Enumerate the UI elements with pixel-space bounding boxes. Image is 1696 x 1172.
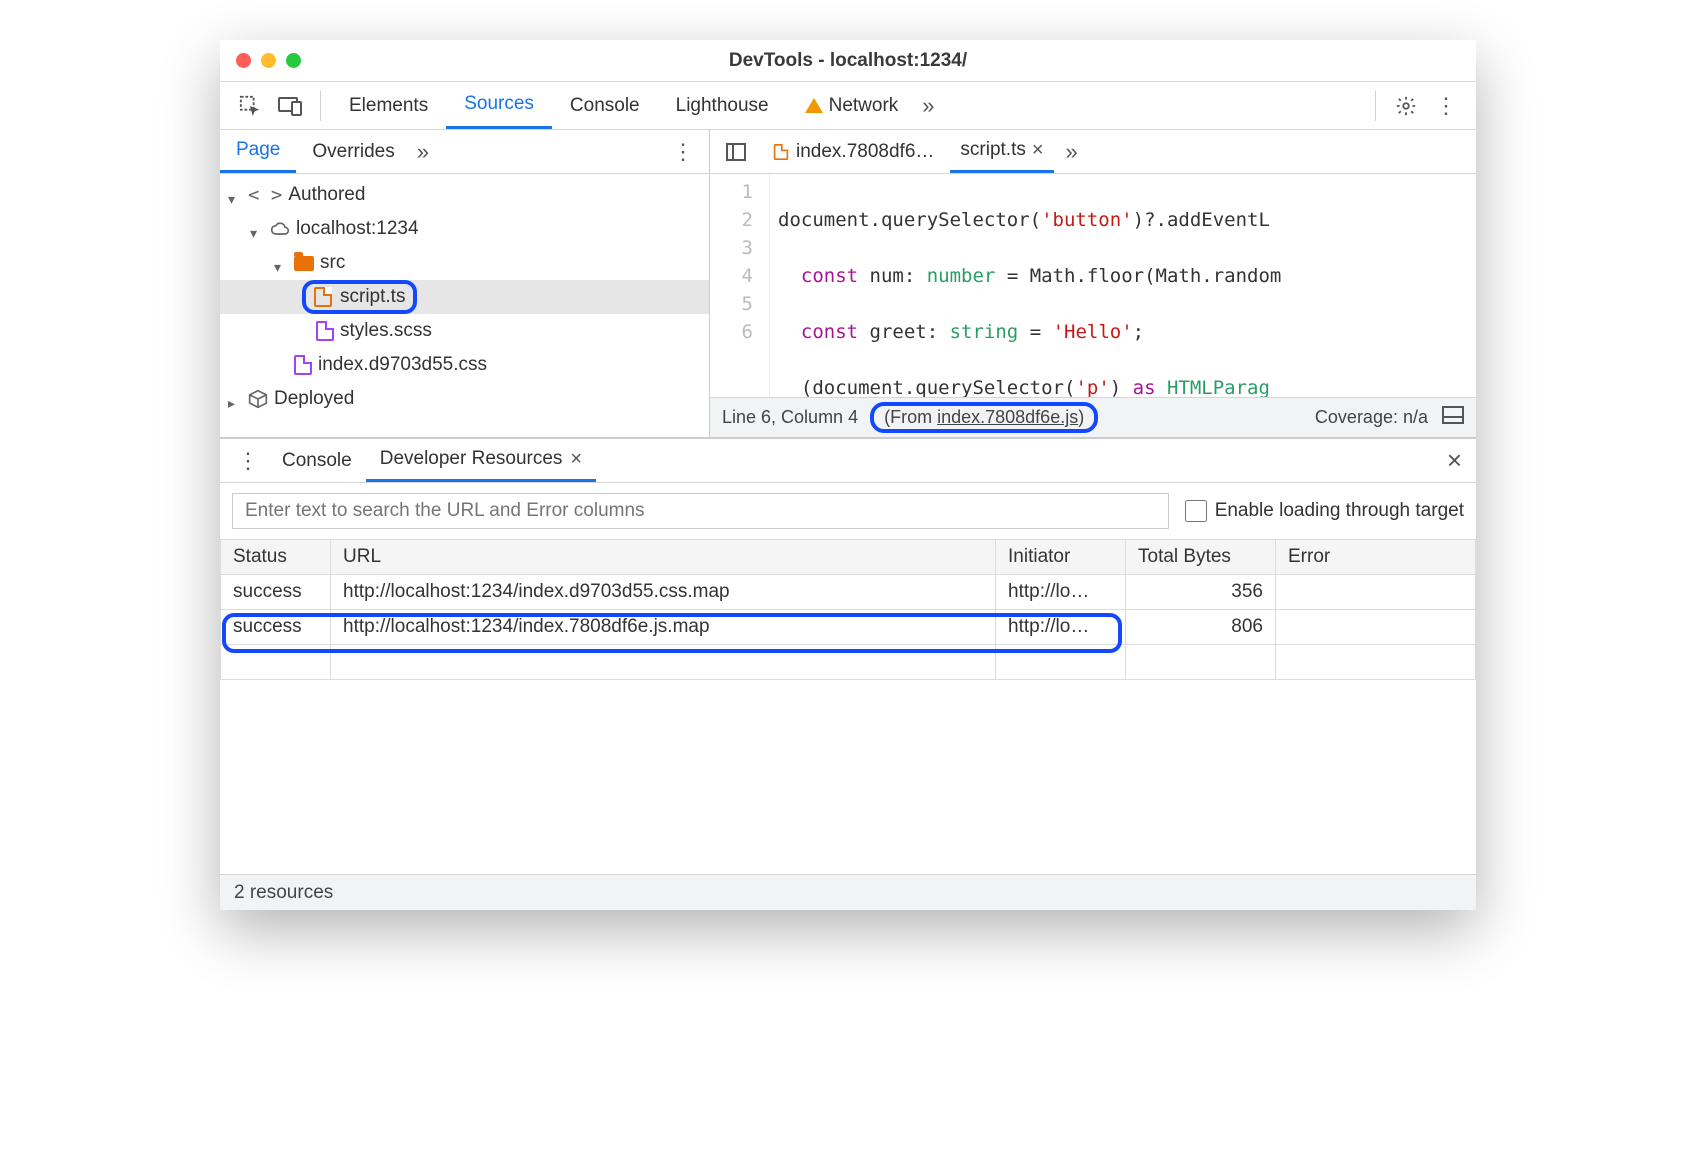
main-tab-bar: Elements Sources Console Lighthouse Netw…	[220, 82, 1476, 130]
file-icon	[774, 144, 788, 160]
cloud-icon	[270, 219, 290, 239]
drawer: ⋮ Console Developer Resources × × Enable…	[220, 438, 1476, 910]
col-error[interactable]: Error	[1276, 540, 1476, 575]
file-icon	[316, 321, 334, 341]
tab-label: script.ts	[960, 139, 1025, 161]
editor-more-chevron-icon[interactable]: »	[1066, 139, 1078, 165]
more-tabs-chevron-icon[interactable]: »	[922, 93, 934, 119]
tab-elements[interactable]: Elements	[331, 82, 446, 129]
resource-count: 2 resources	[234, 882, 333, 904]
table-row-empty	[221, 645, 1476, 680]
tab-label: index.7808df6…	[796, 141, 934, 163]
tree-label: localhost:1234	[296, 218, 419, 240]
sourcemap-origin[interactable]: (From index.7808df6e.js)	[870, 402, 1098, 433]
tree-label: Deployed	[274, 388, 354, 410]
close-window-button[interactable]	[236, 53, 251, 68]
editor-pane: index.7808df6… script.ts × » 123456 docu…	[710, 130, 1476, 437]
table-row[interactable]: success http://localhost:1234/index.7808…	[221, 610, 1476, 645]
enable-loading-checkbox-input[interactable]	[1185, 500, 1207, 522]
file-tree: < > Authored localhost:1234 src	[220, 174, 709, 437]
editor-tab-index[interactable]: index.7808df6…	[762, 130, 944, 173]
editor-tab-script[interactable]: script.ts ×	[950, 130, 1053, 173]
file-icon	[294, 355, 312, 375]
code-brackets-icon: < >	[248, 184, 282, 206]
navigator-more-chevron-icon[interactable]: »	[417, 139, 429, 165]
tree-label: Authored	[288, 184, 365, 206]
folder-icon	[294, 256, 314, 271]
window-title: DevTools - localhost:1234/	[729, 50, 967, 72]
tree-deployed[interactable]: Deployed	[220, 382, 709, 416]
col-initiator[interactable]: Initiator	[996, 540, 1126, 575]
line-gutter: 123456	[710, 174, 770, 397]
navigator-tab-overrides[interactable]: Overrides	[296, 130, 410, 173]
checkbox-label: Enable loading through target	[1215, 500, 1464, 522]
show-drawer-icon[interactable]	[1442, 406, 1464, 429]
drawer-tab-developer-resources[interactable]: Developer Resources ×	[366, 439, 596, 482]
tree-file-styles-scss[interactable]: styles.scss	[220, 314, 709, 348]
tree-label: index.d9703d55.css	[318, 354, 487, 376]
tree-label: script.ts	[340, 286, 405, 308]
settings-gear-icon[interactable]	[1392, 92, 1420, 120]
navigator-pane: Page Overrides » ⋮ < > Authored localho	[220, 130, 710, 437]
tree-host[interactable]: localhost:1234	[220, 212, 709, 246]
tree-authored[interactable]: < > Authored	[220, 178, 709, 212]
navigator-kebab-icon[interactable]: ⋮	[669, 138, 697, 166]
code-editor[interactable]: 123456 document.querySelector('button')?…	[710, 174, 1476, 397]
tab-label: Developer Resources	[380, 448, 563, 470]
minimize-window-button[interactable]	[261, 53, 276, 68]
coverage-text: Coverage: n/a	[1315, 407, 1428, 428]
navigator-tab-page[interactable]: Page	[220, 130, 296, 173]
drawer-kebab-icon[interactable]: ⋮	[234, 447, 262, 475]
window-titlebar: DevTools - localhost:1234/	[220, 40, 1476, 82]
cursor-position: Line 6, Column 4	[722, 407, 858, 428]
code-content[interactable]: document.querySelector('button')?.addEve…	[770, 174, 1476, 397]
sourcemap-link[interactable]: index.7808df6e.js	[937, 407, 1078, 427]
package-icon	[248, 389, 268, 409]
drawer-tab-console[interactable]: Console	[268, 439, 366, 482]
toggle-navigator-icon[interactable]	[722, 138, 750, 166]
inspect-element-icon[interactable]	[236, 92, 264, 120]
close-drawer-icon[interactable]: ×	[1447, 445, 1462, 476]
device-toolbar-icon[interactable]	[276, 92, 304, 120]
tab-console[interactable]: Console	[552, 82, 658, 129]
tree-folder-src[interactable]: src	[220, 246, 709, 280]
file-icon	[314, 287, 332, 307]
tree-label: src	[320, 252, 345, 274]
tree-file-script-ts[interactable]: script.ts	[220, 280, 709, 314]
col-status[interactable]: Status	[221, 540, 331, 575]
col-bytes[interactable]: Total Bytes	[1126, 540, 1276, 575]
tree-label: styles.scss	[340, 320, 432, 342]
tab-lighthouse[interactable]: Lighthouse	[658, 82, 787, 129]
resources-table: Status URL Initiator Total Bytes Error s…	[220, 539, 1476, 680]
tree-file-index-css[interactable]: index.d9703d55.css	[220, 348, 709, 382]
resource-search-input[interactable]	[232, 493, 1169, 529]
kebab-menu-icon[interactable]: ⋮	[1432, 92, 1460, 120]
close-tab-icon[interactable]: ×	[1032, 139, 1044, 162]
tab-sources[interactable]: Sources	[446, 82, 552, 129]
editor-status-bar: Line 6, Column 4 (From index.7808df6e.js…	[710, 397, 1476, 437]
table-row[interactable]: success http://localhost:1234/index.d970…	[221, 575, 1476, 610]
drawer-footer: 2 resources	[220, 874, 1476, 910]
enable-loading-checkbox[interactable]: Enable loading through target	[1185, 500, 1464, 522]
col-url[interactable]: URL	[331, 540, 996, 575]
tab-network[interactable]: Network	[787, 82, 917, 129]
maximize-window-button[interactable]	[286, 53, 301, 68]
close-tab-icon[interactable]: ×	[570, 448, 582, 471]
